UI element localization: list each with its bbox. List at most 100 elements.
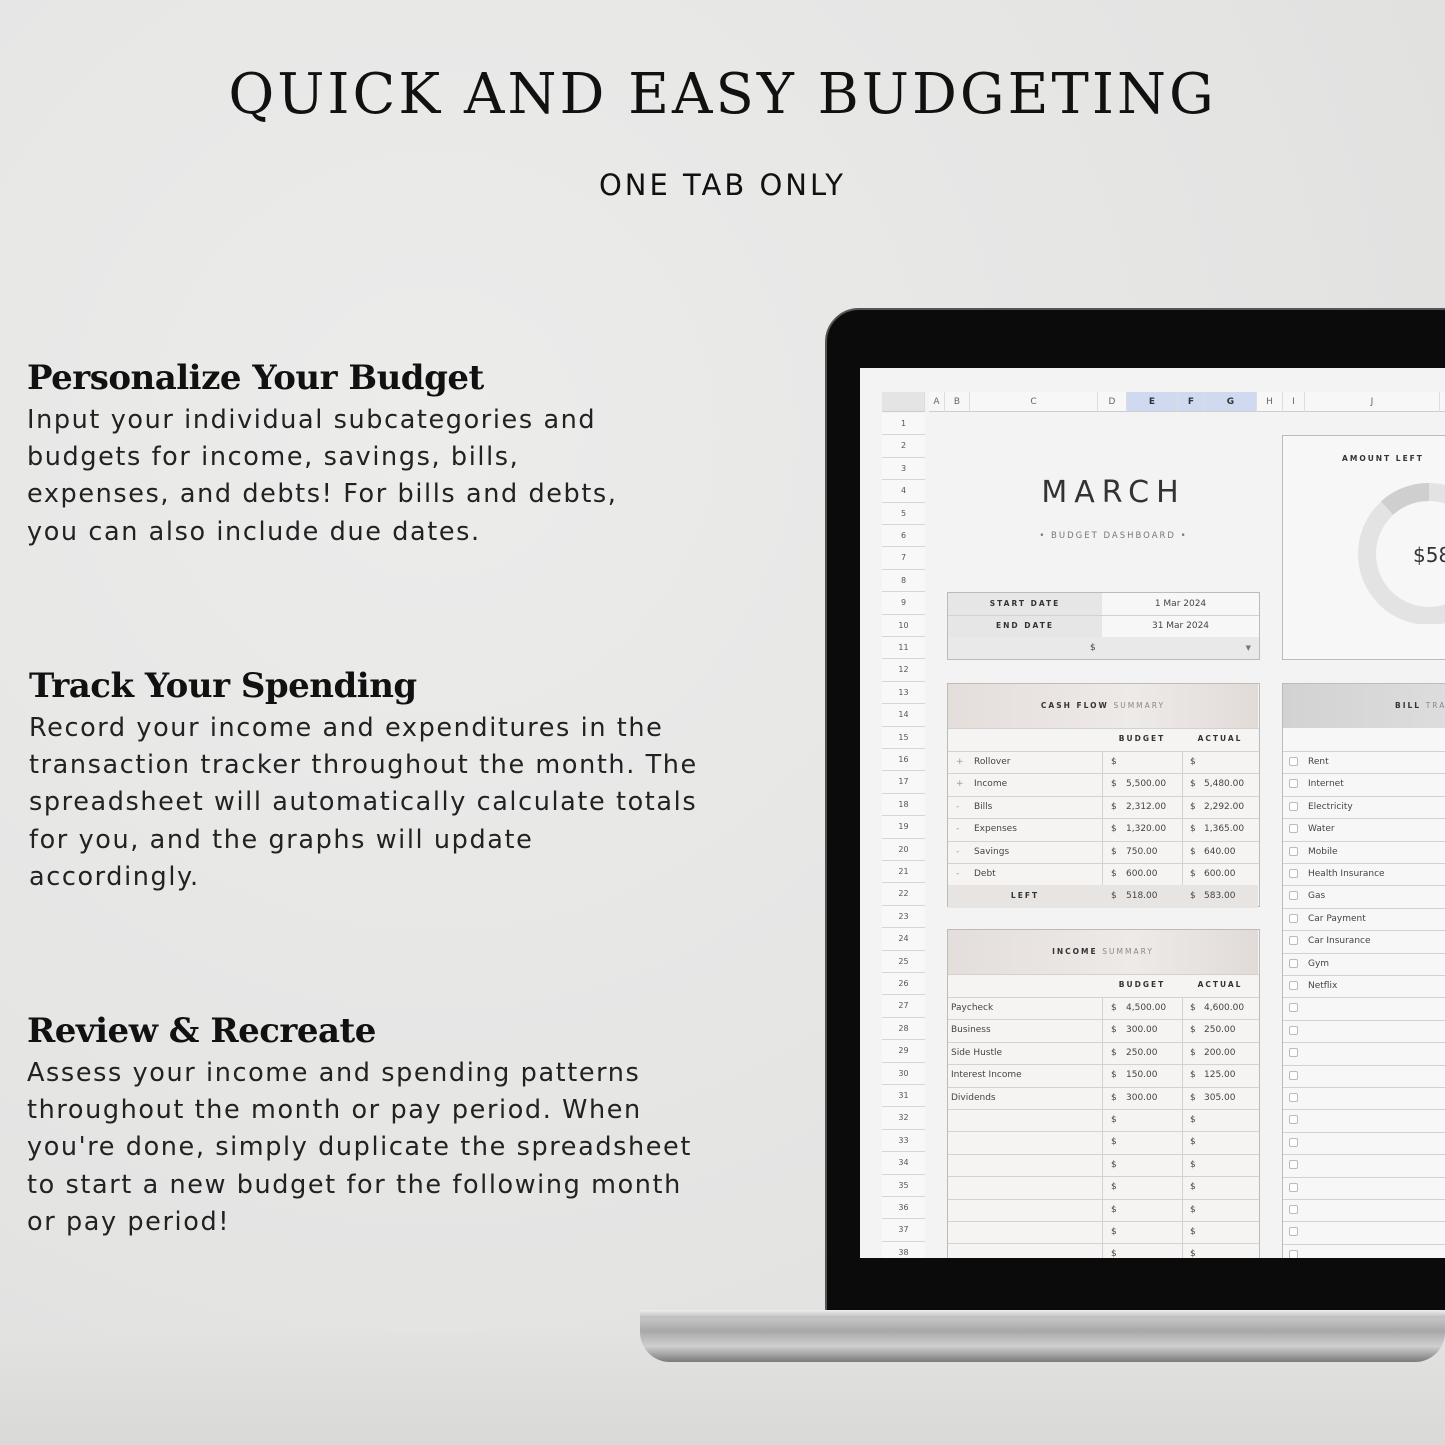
bill-paid-checkbox[interactable] bbox=[1289, 1093, 1298, 1102]
budget-value[interactable]: 2,312.00 bbox=[1126, 796, 1166, 818]
column-header-b[interactable]: B bbox=[945, 392, 970, 412]
row-label[interactable]: Interest Income bbox=[951, 1064, 1022, 1086]
row-header[interactable]: 25 bbox=[882, 950, 925, 973]
row-label[interactable]: Expenses bbox=[974, 818, 1017, 840]
start-date-value[interactable]: 1 Mar 2024 bbox=[1102, 593, 1259, 615]
bill-paid-checkbox[interactable] bbox=[1289, 757, 1298, 766]
row-header[interactable]: 10 bbox=[882, 614, 925, 637]
row-header[interactable]: 6 bbox=[882, 525, 925, 548]
bill-paid-checkbox[interactable] bbox=[1289, 1137, 1298, 1147]
select-all-corner[interactable] bbox=[882, 392, 925, 412]
row-header[interactable]: 2 bbox=[882, 435, 925, 458]
budget-value[interactable]: 150.00 bbox=[1126, 1064, 1158, 1086]
row-header[interactable]: 12 bbox=[882, 659, 925, 682]
row-header[interactable]: 26 bbox=[882, 973, 925, 996]
row-label[interactable]: Dividends bbox=[951, 1087, 996, 1109]
row-header[interactable]: 21 bbox=[882, 861, 925, 884]
bill-name[interactable]: Mobile bbox=[1308, 847, 1338, 857]
actual-value[interactable]: 250.00 bbox=[1204, 1019, 1236, 1041]
row-label[interactable]: Paycheck bbox=[951, 997, 993, 1019]
actual-value[interactable]: 2,292.00 bbox=[1204, 796, 1244, 818]
bill-paid-checkbox[interactable] bbox=[1289, 1205, 1298, 1214]
bill-name[interactable]: Car Insurance bbox=[1308, 936, 1371, 946]
column-header-g[interactable]: G bbox=[1205, 392, 1257, 412]
budget-value[interactable]: 600.00 bbox=[1126, 863, 1158, 885]
row-header[interactable]: 9 bbox=[882, 592, 925, 615]
bill-paid-checkbox[interactable] bbox=[1289, 1182, 1298, 1192]
row-label[interactable]: Rollover bbox=[974, 751, 1010, 773]
row-header[interactable]: 31 bbox=[882, 1085, 925, 1108]
row-header[interactable]: 28 bbox=[882, 1017, 925, 1041]
row-header[interactable]: 20 bbox=[882, 838, 925, 861]
bill-paid-checkbox[interactable] bbox=[1289, 869, 1298, 878]
actual-value[interactable]: 640.00 bbox=[1204, 841, 1236, 863]
column-header-e[interactable]: E bbox=[1127, 392, 1178, 412]
row-header[interactable]: 5 bbox=[882, 502, 925, 525]
bill-name[interactable]: Car Payment bbox=[1308, 914, 1366, 924]
row-header[interactable]: 7 bbox=[882, 547, 925, 570]
row-header[interactable]: 3 bbox=[882, 457, 925, 481]
actual-value[interactable]: 1,365.00 bbox=[1204, 818, 1244, 840]
row-header[interactable]: 13 bbox=[882, 681, 925, 705]
row-header[interactable]: 16 bbox=[882, 749, 925, 772]
budget-value[interactable]: 250.00 bbox=[1126, 1042, 1158, 1064]
bill-name[interactable]: Water bbox=[1308, 824, 1335, 834]
budget-value[interactable]: 1,320.00 bbox=[1126, 818, 1166, 840]
column-header-a[interactable]: A bbox=[929, 392, 945, 412]
bill-paid-checkbox[interactable] bbox=[1289, 958, 1298, 968]
bill-name[interactable]: Health Insurance bbox=[1308, 869, 1385, 879]
column-header-c[interactable]: C bbox=[970, 392, 1098, 412]
column-header-h[interactable]: H bbox=[1257, 392, 1283, 412]
bill-paid-checkbox[interactable] bbox=[1289, 801, 1298, 811]
bill-name[interactable]: Netflix bbox=[1308, 981, 1337, 991]
row-header[interactable]: 29 bbox=[882, 1040, 925, 1063]
budget-value[interactable]: 300.00 bbox=[1126, 1019, 1158, 1041]
currency-dropdown[interactable]: $ ▼ bbox=[948, 637, 1259, 660]
row-header[interactable]: 36 bbox=[882, 1197, 925, 1220]
row-header[interactable]: 37 bbox=[882, 1219, 925, 1242]
budget-value[interactable]: 300.00 bbox=[1126, 1087, 1158, 1109]
row-header[interactable]: 32 bbox=[882, 1107, 925, 1130]
bill-name[interactable]: Internet bbox=[1308, 779, 1344, 789]
bill-paid-checkbox[interactable] bbox=[1289, 824, 1298, 834]
row-label[interactable]: Savings bbox=[974, 841, 1009, 863]
bill-paid-checkbox[interactable] bbox=[1289, 1160, 1298, 1170]
bill-paid-checkbox[interactable] bbox=[1289, 1070, 1298, 1080]
row-label[interactable]: Debt bbox=[974, 863, 996, 885]
row-header[interactable]: 23 bbox=[882, 905, 925, 929]
budget-value[interactable]: 750.00 bbox=[1126, 841, 1158, 863]
budget-value[interactable]: 5,500.00 bbox=[1126, 773, 1166, 795]
bill-name[interactable]: Gym bbox=[1308, 959, 1329, 969]
bill-paid-checkbox[interactable] bbox=[1289, 846, 1298, 856]
row-header[interactable]: 19 bbox=[882, 816, 925, 839]
row-label[interactable]: Business bbox=[951, 1019, 991, 1041]
actual-value[interactable]: 600.00 bbox=[1204, 863, 1236, 885]
actual-value[interactable]: 125.00 bbox=[1204, 1064, 1236, 1086]
row-header[interactable]: 27 bbox=[882, 995, 925, 1018]
row-header[interactable]: 18 bbox=[882, 793, 925, 817]
row-header[interactable]: 17 bbox=[882, 771, 925, 794]
bill-paid-checkbox[interactable] bbox=[1289, 1249, 1298, 1258]
bill-paid-checkbox[interactable] bbox=[1289, 1048, 1298, 1058]
row-label[interactable]: Side Hustle bbox=[951, 1042, 1002, 1064]
row-header[interactable]: 15 bbox=[882, 726, 925, 749]
actual-value[interactable]: 200.00 bbox=[1204, 1042, 1236, 1064]
bill-paid-checkbox[interactable] bbox=[1289, 1227, 1298, 1237]
bill-paid-checkbox[interactable] bbox=[1289, 936, 1298, 946]
row-header[interactable]: 11 bbox=[882, 637, 925, 660]
bill-paid-checkbox[interactable] bbox=[1289, 981, 1298, 990]
column-header-i[interactable]: I bbox=[1283, 392, 1305, 412]
bill-paid-checkbox[interactable] bbox=[1289, 913, 1298, 923]
row-header[interactable]: 33 bbox=[882, 1129, 925, 1153]
bill-name[interactable]: Rent bbox=[1308, 757, 1329, 767]
row-header[interactable]: 14 bbox=[882, 704, 925, 727]
column-header-f[interactable]: F bbox=[1178, 392, 1205, 412]
row-header[interactable]: 30 bbox=[882, 1062, 925, 1085]
bill-name[interactable]: Electricity bbox=[1308, 802, 1353, 812]
bill-paid-checkbox[interactable] bbox=[1289, 779, 1298, 789]
bill-paid-checkbox[interactable] bbox=[1289, 1025, 1298, 1035]
row-header[interactable]: 1 bbox=[882, 413, 925, 436]
row-header[interactable]: 35 bbox=[882, 1174, 925, 1197]
actual-value[interactable]: 305.00 bbox=[1204, 1087, 1236, 1109]
column-header-j[interactable]: J bbox=[1305, 392, 1440, 412]
